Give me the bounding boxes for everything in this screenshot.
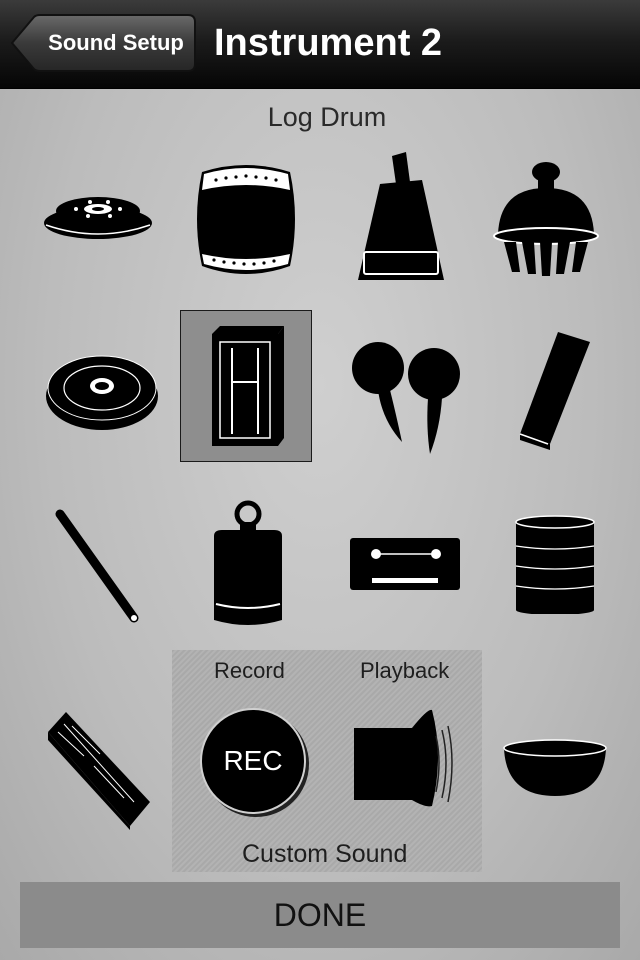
back-button-label: Sound Setup	[48, 30, 184, 55]
custom-sound-panel: Record Playback REC Custom Sound	[172, 650, 482, 872]
tin-can-icon	[515, 515, 595, 614]
shaker-dome-icon	[493, 162, 599, 276]
selected-instrument-name: Log Drum	[267, 102, 387, 132]
plank-icon	[48, 712, 150, 830]
wood-block-icon	[519, 332, 590, 450]
playback-button[interactable]	[352, 706, 458, 817]
record-button[interactable]: REC	[200, 708, 306, 814]
speaker-icon	[354, 709, 453, 807]
nav-bar: Sound Setup Instrument 2	[0, 0, 640, 89]
bowl-icon	[503, 739, 607, 796]
barrel-drum-icon	[197, 165, 295, 274]
cowbell-icon	[358, 152, 444, 280]
custom-sound-title: Custom Sound	[242, 840, 408, 868]
disc-cymbal-icon	[46, 355, 158, 430]
rec-button-label: REC	[223, 745, 283, 776]
page-title: Instrument 2	[214, 22, 443, 64]
cassette-block-icon	[350, 538, 460, 590]
record-label: Record	[214, 658, 285, 683]
log-drum-icon	[212, 326, 284, 446]
done-button[interactable]: DONE	[20, 882, 620, 948]
playback-label: Playback	[360, 658, 450, 683]
sound-setup-back-button[interactable]: Sound Setup	[10, 14, 196, 72]
maracas-icon	[352, 342, 460, 454]
done-button-label: DONE	[273, 897, 367, 933]
weight-bell-icon	[214, 500, 282, 625]
bell-plate-icon	[44, 197, 152, 239]
drum-stick-icon	[55, 509, 139, 623]
